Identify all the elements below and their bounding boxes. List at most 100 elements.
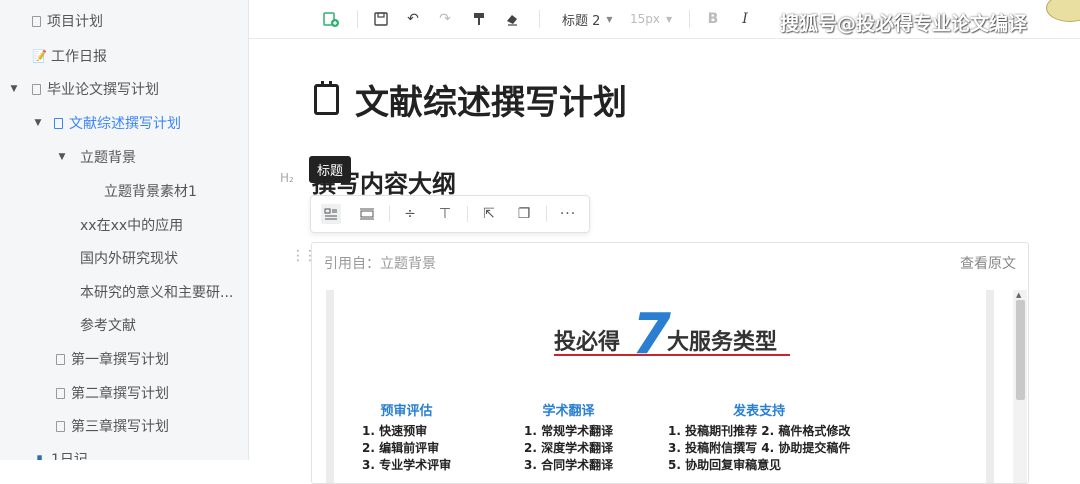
sidebar-item-chapter-1[interactable]: 第一章撰写计划 [56, 345, 169, 373]
block-action-menu: ÷ ⊤ ⇱ ❐ ··· [310, 195, 590, 233]
chevron-down-icon[interactable]: ▼ [32, 118, 44, 128]
heading-select[interactable]: 标题 2 ▼ [562, 9, 618, 29]
quote-block: 引用自：立题背景 查看原文 投必得 7 大服务类型 预审评估 1. 快速预审 2… [311, 242, 1029, 484]
redo-button[interactable]: ↷ [435, 9, 455, 29]
poster-title-left: 投必得 [554, 330, 621, 355]
sidebar-item-research-status[interactable]: 国内外研究现状 [80, 244, 178, 272]
sidebar-item-significance[interactable]: 本研究的意义和主要研... [80, 278, 233, 306]
poster-title-number: 7 [632, 302, 671, 367]
toolbar-divider [357, 10, 358, 28]
service-column-title: 发表支持 [733, 404, 786, 419]
sidebar-item-label: 第一章撰写计划 [71, 352, 169, 368]
tooltip: 标题 [309, 156, 352, 183]
page-title-text: 文献综述撰写计划 [355, 82, 627, 123]
service-item: 1. 投稿期刊推荐 2. 稿件格式修改 [668, 424, 851, 438]
full-width-button[interactable] [357, 204, 377, 224]
more-button[interactable]: ··· [558, 204, 578, 224]
sidebar-item-label: xx在xx中的应用 [80, 218, 184, 234]
sidebar-item-diary[interactable]: ▮ 1日记 [32, 445, 88, 460]
text-height-icon: ⊤ [438, 206, 452, 222]
service-item: 3. 投稿附信撰写 4. 协助提交稿件 [668, 441, 851, 455]
doc-icon [32, 15, 41, 27]
undo-button[interactable]: ↶ [403, 9, 423, 29]
book-icon: ▮ [36, 452, 43, 460]
caret-down-icon: ▼ [606, 14, 613, 24]
sidebar-item-topic-background[interactable]: ▼ 立题背景 [56, 143, 136, 171]
sidebar-item-chapter-2[interactable]: 第二章撰写计划 [56, 379, 169, 407]
sidebar-item-label: 工作日报 [51, 49, 107, 65]
scroll-up-icon[interactable]: ▲ [1016, 291, 1021, 299]
split-button[interactable]: ÷ [400, 204, 420, 224]
menu-divider [546, 206, 547, 222]
sidebar-item-thesis-plan[interactable]: ▼ 毕业论文撰写计划 [8, 75, 159, 103]
font-size-value: 15px [630, 12, 660, 26]
toolbar-divider [689, 10, 690, 28]
service-column-review: 预审评估 1. 快速预审 2. 编辑前评审 3. 专业学术评审 [362, 400, 451, 474]
text-height-button[interactable]: ⊤ [435, 204, 455, 224]
sidebar: 项目计划 📝 工作日报 ▼ 毕业论文撰写计划 ▼ 文献综述撰写计划 ▼ 立题背景… [0, 0, 249, 460]
sidebar-item-label: 国内外研究现状 [80, 251, 178, 267]
sidebar-item-label: 文献综述撰写计划 [69, 116, 181, 132]
poster-title: 投必得 7 大服务类型 [554, 302, 814, 372]
service-item: 1. 快速预审 [362, 424, 428, 438]
add-note-icon [323, 12, 339, 27]
full-width-icon [360, 208, 374, 220]
watermark: 搜狐号@投必得专业论文编译 [780, 13, 1028, 35]
sidebar-item-label: 立题背景 [80, 150, 136, 166]
service-item: 2. 深度学术翻译 [524, 441, 614, 455]
service-item: 2. 编辑前评审 [362, 441, 440, 455]
external-link-icon: ⇱ [483, 206, 495, 222]
sidebar-item-label: 立题背景素材1 [104, 184, 197, 200]
quote-content: 投必得 7 大服务类型 预审评估 1. 快速预审 2. 编辑前评审 3. 专业学… [326, 290, 994, 483]
sidebar-item-label: 毕业论文撰写计划 [47, 82, 159, 98]
clipboard-icon [314, 80, 339, 115]
split-icon: ÷ [404, 206, 416, 222]
poster-title-underline [554, 354, 790, 356]
add-note-button[interactable] [321, 9, 341, 29]
h2-marker: H₂ [280, 171, 294, 185]
sidebar-item-work-daily[interactable]: 📝 工作日报 [32, 42, 107, 70]
sidebar-item-chapter-3[interactable]: 第三章撰写计划 [56, 412, 169, 440]
sidebar-item-label: 第三章撰写计划 [71, 419, 169, 435]
format-painter-icon [474, 13, 484, 25]
doc-icon [56, 353, 65, 365]
format-painter-button[interactable] [469, 9, 489, 29]
doc-icon [32, 83, 41, 95]
view-original-link[interactable]: 查看原文 [960, 253, 1016, 273]
scrollbar[interactable]: ▲ [1013, 290, 1027, 483]
scrollbar-thumb[interactable] [1016, 300, 1025, 400]
doc-icon [56, 387, 65, 399]
sidebar-item-references[interactable]: 参考文献 [80, 311, 136, 339]
bold-button[interactable]: B [703, 9, 723, 29]
sidebar-item-background-material[interactable]: 立题背景素材1 [104, 177, 197, 205]
poster-title-right: 大服务类型 [667, 330, 778, 355]
caret-down-icon: ▼ [666, 14, 673, 24]
italic-icon: I [742, 11, 748, 27]
sidebar-item-application[interactable]: xx在xx中的应用 [80, 211, 183, 239]
clear-format-button[interactable] [502, 9, 522, 29]
undo-icon: ↶ [407, 11, 419, 27]
font-size-select[interactable]: 15px ▼ [630, 9, 676, 29]
chevron-down-icon[interactable]: ▼ [56, 152, 68, 162]
menu-divider [389, 206, 390, 222]
save-icon [374, 12, 388, 26]
memo-icon: 📝 [32, 49, 47, 63]
sidebar-item-label: 1日记 [51, 452, 88, 460]
open-link-button[interactable]: ⇱ [479, 204, 499, 224]
service-column-title: 预审评估 [380, 404, 433, 419]
doc-icon [56, 420, 65, 432]
quote-source: 引用自：立题背景 [324, 256, 436, 272]
save-button[interactable] [371, 9, 391, 29]
align-left-button[interactable] [321, 204, 341, 224]
page-title: 文献综述撰写计划 [314, 74, 627, 124]
doc-icon [54, 117, 63, 129]
service-item: 1. 常规学术翻译 [524, 424, 614, 438]
copy-button[interactable]: ❐ [514, 204, 534, 224]
sidebar-item-project-plan[interactable]: 项目计划 [32, 7, 103, 35]
sidebar-item-literature-review-plan[interactable]: ▼ 文献综述撰写计划 [32, 109, 181, 137]
sidebar-item-label: 项目计划 [47, 14, 103, 30]
menu-divider [467, 206, 468, 222]
italic-button[interactable]: I [735, 9, 755, 29]
chevron-down-icon[interactable]: ▼ [8, 84, 20, 94]
bold-icon: B [707, 11, 719, 27]
